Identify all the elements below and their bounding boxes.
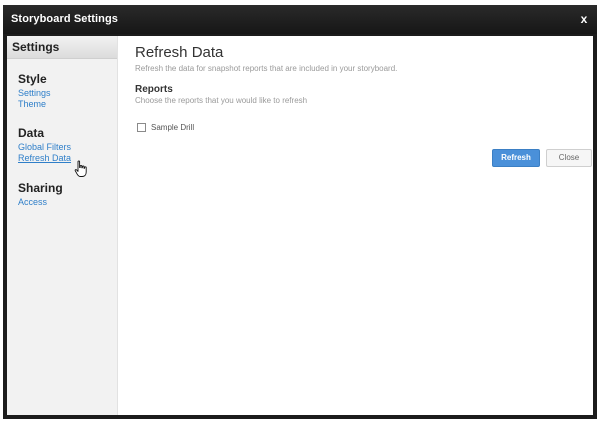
- dialog-body: Settings Style Settings Theme Data Globa…: [7, 36, 593, 415]
- sidebar-item-access[interactable]: Access: [18, 197, 47, 207]
- sidebar-header: Settings: [7, 36, 117, 59]
- screen: Storyboard Settings x Settings Style Set…: [0, 0, 600, 422]
- report-checkbox[interactable]: [137, 122, 146, 132]
- page-description: Refresh the data for snapshot reports th…: [135, 64, 398, 73]
- sidebar-item-global-filters[interactable]: Global Filters: [18, 142, 71, 152]
- sidebar-section-sharing: Sharing: [18, 181, 63, 195]
- hand-pointer-icon: [74, 160, 87, 177]
- sidebar-section-style: Style: [18, 72, 47, 86]
- sidebar-item-theme[interactable]: Theme: [18, 99, 46, 109]
- storyboard-settings-dialog: Storyboard Settings x Settings Style Set…: [3, 5, 597, 419]
- close-icon[interactable]: x: [577, 11, 591, 27]
- reports-heading: Reports: [135, 84, 173, 95]
- sidebar-item-settings[interactable]: Settings: [18, 88, 51, 98]
- sidebar-header-label: Settings: [12, 40, 60, 54]
- sidebar-item-refresh-data[interactable]: Refresh Data: [18, 153, 71, 163]
- page-title: Refresh Data: [135, 44, 224, 61]
- main-panel: Refresh Data Refresh the data for snapsh…: [118, 36, 593, 415]
- close-button[interactable]: Close: [546, 149, 592, 167]
- report-item[interactable]: Sample Drill: [137, 121, 194, 133]
- dialog-title: Storyboard Settings: [11, 13, 119, 25]
- reports-hint: Choose the reports that you would like t…: [135, 96, 308, 105]
- settings-sidebar: Settings Style Settings Theme Data Globa…: [7, 36, 118, 415]
- dialog-titlebar: Storyboard Settings x: [3, 5, 597, 34]
- refresh-button[interactable]: Refresh: [492, 149, 540, 167]
- sidebar-section-data: Data: [18, 126, 45, 140]
- report-label: Sample Drill: [151, 122, 195, 132]
